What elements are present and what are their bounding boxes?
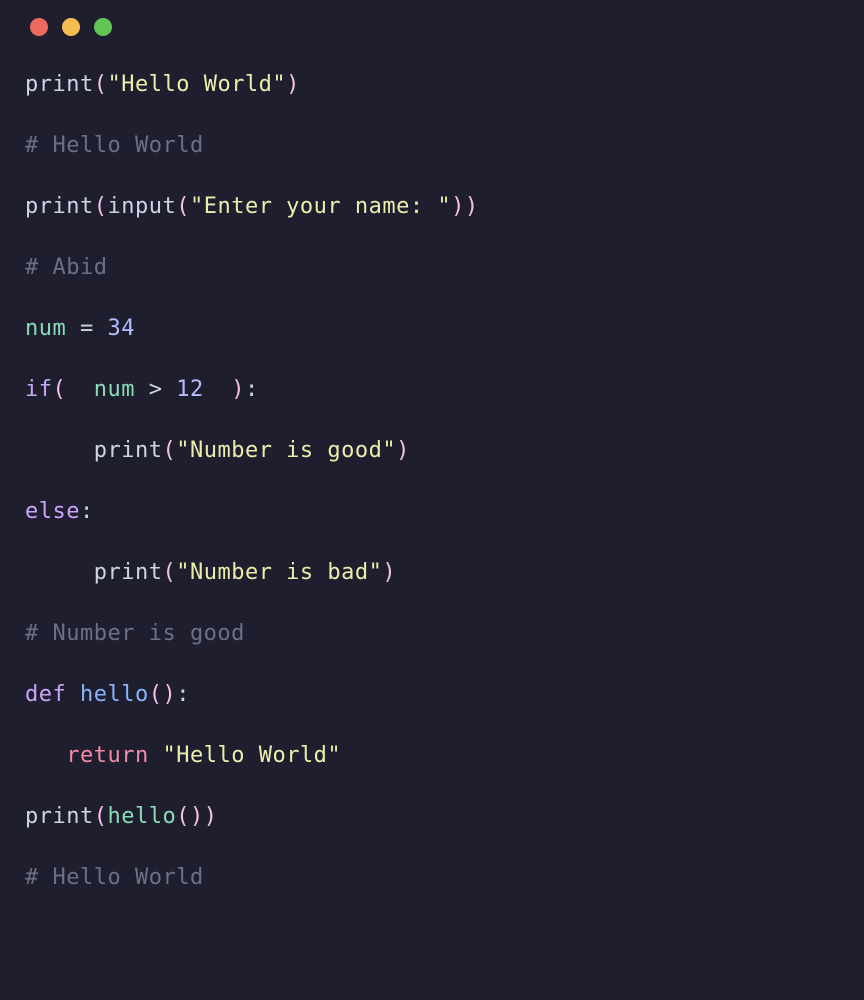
code-line-10: # Number is good xyxy=(25,617,839,650)
token-paren: ) xyxy=(162,682,176,707)
token-fn-name: hello xyxy=(80,682,149,707)
code-line-3: print(input("Enter your name: ")) xyxy=(25,190,839,223)
close-icon[interactable] xyxy=(30,18,48,36)
token-print: print xyxy=(94,438,163,463)
code-window: print("Hello World") # Hello World print… xyxy=(0,0,864,1000)
token-paren: ( xyxy=(94,804,108,829)
token-string: "Enter your name: " xyxy=(190,194,451,219)
token-var: num xyxy=(80,377,135,402)
token-print: print xyxy=(94,560,163,585)
titlebar xyxy=(0,0,864,48)
code-area[interactable]: print("Hello World") # Hello World print… xyxy=(0,48,864,942)
token-colon: : xyxy=(245,377,259,402)
token-comment: # Hello World xyxy=(25,865,204,890)
token-paren: ) xyxy=(465,194,479,219)
token-number: 12 xyxy=(176,377,204,402)
token-print: print xyxy=(25,194,94,219)
token-comment: # Abid xyxy=(25,255,107,280)
token-return: return xyxy=(66,743,148,768)
token-paren: ) xyxy=(204,377,245,402)
token-string: "Number is bad" xyxy=(176,560,382,585)
token-indent xyxy=(25,438,94,463)
minimize-icon[interactable] xyxy=(62,18,80,36)
token-number: 34 xyxy=(108,316,136,341)
code-line-6: if( num > 12 ): xyxy=(25,373,839,406)
token-comment: # Hello World xyxy=(25,133,204,158)
code-line-1: print("Hello World") xyxy=(25,68,839,101)
token-paren: ( xyxy=(176,194,190,219)
code-line-11: def hello(): xyxy=(25,678,839,711)
token-string: "Hello World" xyxy=(107,72,286,97)
token-paren: ( xyxy=(176,804,190,829)
token-paren: ( xyxy=(94,194,108,219)
code-line-13: print(hello()) xyxy=(25,800,839,833)
token-paren: ) xyxy=(204,804,218,829)
token-paren: ( xyxy=(162,438,176,463)
code-line-4: # Abid xyxy=(25,251,839,284)
code-line-8: else: xyxy=(25,495,839,528)
token-paren: ) xyxy=(190,804,204,829)
token-op: > xyxy=(135,377,176,402)
token-colon: : xyxy=(80,499,94,524)
token-colon: : xyxy=(176,682,190,707)
token-paren: ( xyxy=(94,72,108,97)
token-op: = xyxy=(66,316,107,341)
token-indent xyxy=(25,743,66,768)
token-call: hello xyxy=(107,804,176,829)
token-indent xyxy=(25,560,94,585)
token-string: "Number is good" xyxy=(176,438,396,463)
token-if: if xyxy=(25,377,53,402)
token-comment: # Number is good xyxy=(25,621,245,646)
token-paren: ( xyxy=(162,560,176,585)
token-def: def xyxy=(25,682,66,707)
code-line-14: # Hello World xyxy=(25,861,839,894)
code-line-12: return "Hello World" xyxy=(25,739,839,772)
token-paren: ) xyxy=(396,438,410,463)
token-else: else xyxy=(25,499,80,524)
token-var: num xyxy=(25,316,66,341)
token-paren: ) xyxy=(286,72,300,97)
maximize-icon[interactable] xyxy=(94,18,112,36)
token-paren: ( xyxy=(149,682,163,707)
code-line-9: print("Number is bad") xyxy=(25,556,839,589)
token-print: print xyxy=(25,804,94,829)
code-line-5: num = 34 xyxy=(25,312,839,345)
token-print: print xyxy=(25,72,94,97)
token-string: "Hello World" xyxy=(162,743,341,768)
token-paren: ) xyxy=(451,194,465,219)
token-space xyxy=(66,682,80,707)
code-line-7: print("Number is good") xyxy=(25,434,839,467)
token-paren: ) xyxy=(382,560,396,585)
code-line-2: # Hello World xyxy=(25,129,839,162)
token-input: input xyxy=(107,194,176,219)
token-space xyxy=(149,743,163,768)
token-paren: ( xyxy=(53,377,81,402)
